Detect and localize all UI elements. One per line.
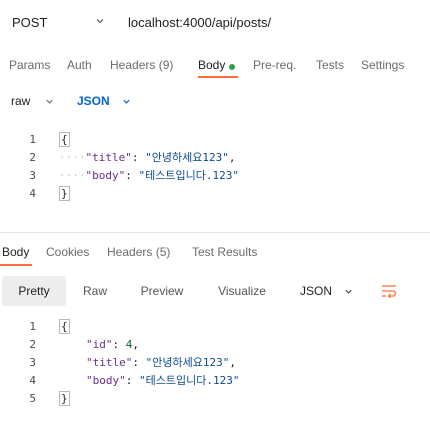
tab-body[interactable]: Body <box>198 58 236 72</box>
tab-tests[interactable]: Tests <box>316 58 344 72</box>
json-key: "body" <box>85 169 126 182</box>
json-colon: : <box>131 151 139 164</box>
method-label: POST <box>12 14 48 30</box>
tab-body-label: Body <box>198 58 226 72</box>
json-colon: : <box>125 169 132 182</box>
json-comma: , <box>228 151 236 164</box>
response-body-viewer: 1 2 3 4 5 { "id": 4, "title": "안녕하세요123"… <box>0 318 430 413</box>
indent-dots: ···· <box>59 169 86 182</box>
json-colon: : <box>112 338 120 351</box>
tab-test-results[interactable]: Test Results <box>192 245 257 259</box>
json-comma: , <box>132 338 139 351</box>
tab-settings[interactable]: Settings <box>361 58 404 72</box>
active-tab-indicator <box>198 76 238 78</box>
json-comma: , <box>229 356 236 369</box>
tab-response-body[interactable]: Body <box>2 245 29 259</box>
view-visualize[interactable]: Visualize <box>204 276 280 306</box>
request-tabs: Params Auth Headers (9) Body Pre-req. Te… <box>0 52 430 80</box>
tab-params[interactable]: Params <box>9 58 50 72</box>
code-line: "title": "안녕하세요123", <box>86 354 236 372</box>
url-input[interactable]: localhost:4000/api/posts/ <box>128 6 271 38</box>
code-line: { <box>59 131 70 149</box>
indent-dots: ···· <box>59 151 86 164</box>
wrap-lines-icon[interactable] <box>380 284 398 301</box>
method-select[interactable]: POST <box>0 6 115 38</box>
chevron-down-icon[interactable] <box>44 96 55 110</box>
response-tabs: Body Cookies Headers (5) Test Results <box>0 242 430 266</box>
tab-response-headers[interactable]: Headers (5) <box>107 245 170 259</box>
code-line: } <box>59 390 70 408</box>
url-value: localhost:4000/api/posts/ <box>128 14 272 30</box>
json-string: "테스트입니다.123" <box>139 374 240 387</box>
json-key: "title" <box>85 151 132 164</box>
line-number: 5 <box>29 392 36 405</box>
json-format-select[interactable]: JSON <box>77 94 110 108</box>
json-format-label: JSON <box>77 94 110 108</box>
pane-divider[interactable] <box>0 232 430 233</box>
code-line: { <box>59 318 70 336</box>
json-colon: : <box>125 374 133 387</box>
status-dot-icon <box>229 64 236 70</box>
line-number: 2 <box>29 151 36 164</box>
chevron-down-icon <box>94 15 106 27</box>
code-line: } <box>59 185 70 203</box>
tab-auth[interactable]: Auth <box>67 58 92 72</box>
json-key: "body" <box>86 374 126 387</box>
response-view-bar: Pretty Raw Preview Visualize JSON <box>0 276 430 306</box>
json-string: "안녕하세요123" <box>145 356 230 369</box>
line-number: 4 <box>29 187 36 200</box>
open-brace: { <box>59 319 70 334</box>
chevron-down-icon[interactable] <box>121 96 132 110</box>
line-number: 2 <box>29 338 36 351</box>
view-pretty[interactable]: Pretty <box>2 276 66 306</box>
open-brace: { <box>59 132 70 147</box>
json-colon: : <box>132 356 139 369</box>
code-line: ····"body": "테스트입니다.123" <box>59 167 239 185</box>
line-number: 1 <box>29 320 36 333</box>
code-line: "id": 4, <box>86 336 139 354</box>
tab-cookies[interactable]: Cookies <box>46 245 89 259</box>
json-key: "id" <box>86 338 113 351</box>
line-number: 1 <box>29 133 36 146</box>
response-format-label: JSON <box>300 284 333 298</box>
view-preview[interactable]: Preview <box>128 276 196 306</box>
tab-headers[interactable]: Headers (9) <box>110 58 173 72</box>
close-brace: } <box>59 186 70 201</box>
line-number: 3 <box>29 169 36 182</box>
response-format-select[interactable]: JSON <box>300 284 332 298</box>
tab-prereq[interactable]: Pre-req. <box>253 58 296 72</box>
active-tab-indicator <box>0 264 32 266</box>
json-string: "테스트입니다.123" <box>138 169 239 182</box>
json-string: "안녕하세요123" <box>145 151 229 164</box>
close-brace: } <box>59 391 70 406</box>
line-number: 4 <box>29 374 36 387</box>
chevron-down-icon[interactable] <box>343 286 354 300</box>
code-line: "body": "테스트입니다.123" <box>86 372 239 390</box>
json-key: "title" <box>86 356 133 369</box>
request-body-editor[interactable]: 1 2 3 4 { ····"title": "안녕하세요123", ····"… <box>0 131 430 207</box>
raw-label: raw <box>11 94 31 108</box>
code-line: ····"title": "안녕하세요123", <box>59 149 235 167</box>
raw-select[interactable]: raw <box>11 94 30 108</box>
line-number: 3 <box>29 356 36 369</box>
view-raw[interactable]: Raw <box>70 276 120 306</box>
